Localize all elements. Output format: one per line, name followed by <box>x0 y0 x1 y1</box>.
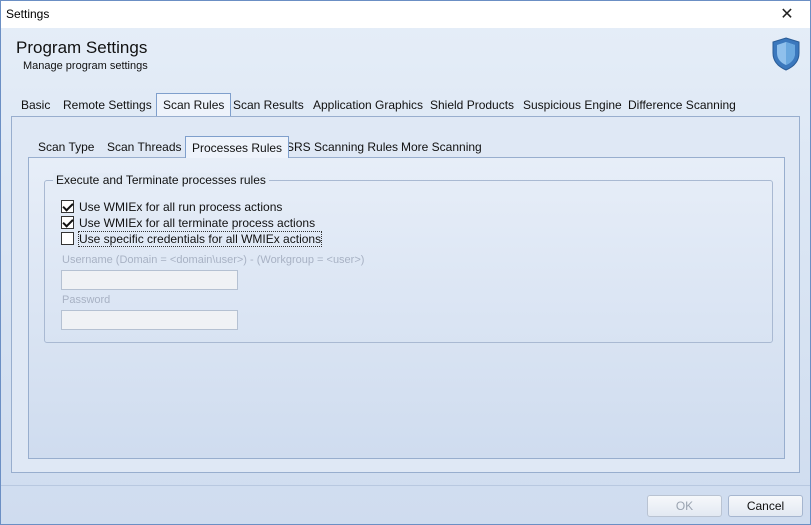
specific-credentials-label[interactable]: Use specific credentials for all WMIEx a… <box>77 230 323 247</box>
tab-suspicious-engine[interactable]: Suspicious Engine <box>517 94 628 116</box>
password-label: Password <box>62 294 111 306</box>
tab-scan-rules[interactable]: Scan Rules <box>156 93 232 116</box>
option-run-process[interactable]: Use WMIEx for all run process actions <box>61 199 282 214</box>
run-process-checkbox[interactable] <box>61 200 74 213</box>
title-bar: Settings ✕ <box>1 1 810 28</box>
settings-header: Program Settings Manage program settings <box>1 28 810 90</box>
tab-difference-scanning[interactable]: Difference Scanning <box>622 94 742 116</box>
page-subtitle: Manage program settings <box>23 60 148 72</box>
scan-rules-panel: Scan Type Scan Threads Processes Rules S… <box>11 116 800 473</box>
processes-rules-page: Execute and Terminate processes rules Us… <box>28 157 785 459</box>
tab-scan-results[interactable]: Scan Results <box>227 94 310 116</box>
tab-scan-type[interactable]: Scan Type <box>32 137 100 158</box>
cancel-button[interactable]: Cancel <box>728 495 803 517</box>
tab-srs-scanning-rules[interactable]: SRS Scanning Rules <box>280 137 404 158</box>
tab-scan-threads[interactable]: Scan Threads <box>101 137 188 158</box>
execute-terminate-group: Execute and Terminate processes rules Us… <box>44 173 773 343</box>
close-icon[interactable]: ✕ <box>764 1 810 28</box>
shield-icon <box>772 37 800 71</box>
page-title: Program Settings <box>16 38 148 57</box>
group-legend: Execute and Terminate processes rules <box>53 173 269 187</box>
dialog-footer: OK Cancel <box>1 485 810 525</box>
tab-basic[interactable]: Basic <box>15 94 56 116</box>
username-field[interactable] <box>61 270 238 290</box>
window-title: Settings <box>6 7 50 21</box>
password-field[interactable] <box>61 310 238 330</box>
tab-remote-settings[interactable]: Remote Settings <box>57 94 158 116</box>
tab-processes-rules[interactable]: Processes Rules <box>185 136 290 158</box>
settings-window: Settings ✕ Program Settings Manage progr… <box>0 0 811 525</box>
option-terminate-process[interactable]: Use WMIEx for all terminate process acti… <box>61 215 315 230</box>
username-label: Username (Domain = <domain\user>) - (Wor… <box>62 254 365 266</box>
specific-credentials-checkbox[interactable] <box>61 232 74 245</box>
option-specific-credentials[interactable]: Use specific credentials for all WMIEx a… <box>61 230 323 247</box>
tab-shield-products[interactable]: Shield Products <box>424 94 520 116</box>
terminate-process-label[interactable]: Use WMIEx for all terminate process acti… <box>79 216 315 230</box>
run-process-label[interactable]: Use WMIEx for all run process actions <box>79 200 282 214</box>
terminate-process-checkbox[interactable] <box>61 216 74 229</box>
tab-more-scanning[interactable]: More Scanning <box>395 137 488 158</box>
ok-button[interactable]: OK <box>647 495 722 517</box>
tab-application-graphics[interactable]: Application Graphics <box>307 94 429 116</box>
